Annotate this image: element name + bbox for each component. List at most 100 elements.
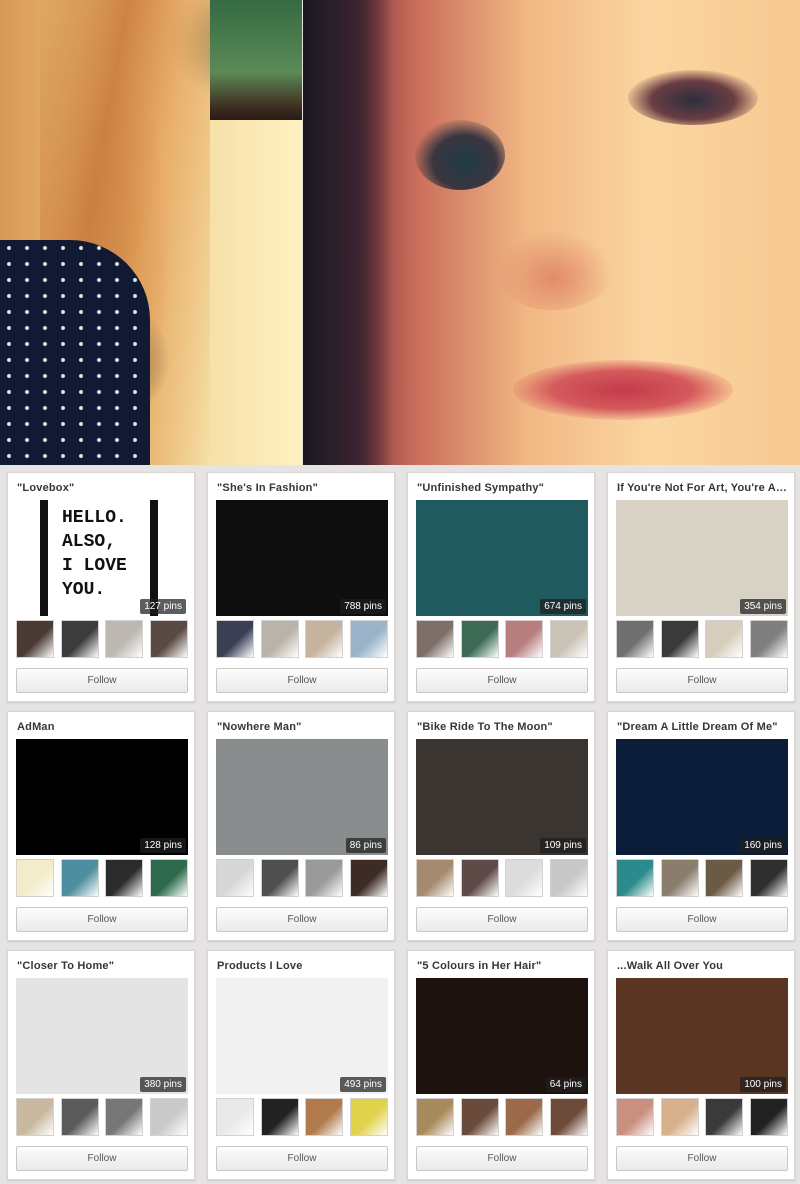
board-title[interactable]: ...Walk All Over You bbox=[617, 960, 789, 972]
board-title[interactable]: "5 Colours in Her Hair" bbox=[417, 960, 589, 972]
pin-thumbnail[interactable] bbox=[549, 859, 588, 897]
pin-count-badge: 128 pins bbox=[140, 838, 186, 853]
board-cover-image[interactable]: 86 pins bbox=[216, 739, 388, 855]
board-card[interactable]: If You're Not For Art, You're Against It… bbox=[607, 472, 795, 702]
board-cover-image[interactable]: 493 pins bbox=[216, 978, 388, 1094]
follow-button[interactable]: Follow bbox=[216, 668, 388, 693]
board-title[interactable]: "Bike Ride To The Moon" bbox=[417, 721, 589, 733]
follow-button[interactable]: Follow bbox=[416, 907, 588, 932]
board-cover-image[interactable]: 674 pins bbox=[416, 500, 588, 616]
pin-thumbnail[interactable] bbox=[749, 620, 788, 658]
pin-thumbnail[interactable] bbox=[616, 1098, 654, 1136]
board-cover-image[interactable]: 109 pins bbox=[416, 739, 588, 855]
pin-thumbnail[interactable] bbox=[705, 1098, 743, 1136]
pin-thumbnail[interactable] bbox=[616, 620, 654, 658]
board-cover-image[interactable]: 64 pins bbox=[416, 978, 588, 1094]
board-cover-image[interactable]: 160 pins bbox=[616, 739, 788, 855]
pin-thumbnail[interactable] bbox=[60, 620, 99, 658]
pin-thumbnail[interactable] bbox=[105, 859, 143, 897]
pin-thumbnail[interactable] bbox=[549, 1098, 588, 1136]
follow-button[interactable]: Follow bbox=[216, 907, 388, 932]
board-title[interactable]: "Nowhere Man" bbox=[217, 721, 389, 733]
board-card[interactable]: AdMan 128 pins Follow bbox=[7, 711, 195, 941]
follow-button[interactable]: Follow bbox=[416, 1146, 588, 1171]
pin-thumbnail[interactable] bbox=[749, 1098, 788, 1136]
board-card[interactable]: ...Walk All Over You 100 pins Follow bbox=[607, 950, 795, 1180]
board-title[interactable]: AdMan bbox=[17, 721, 189, 733]
follow-button[interactable]: Follow bbox=[416, 668, 588, 693]
pin-thumbnail[interactable] bbox=[416, 1098, 454, 1136]
board-card[interactable]: "Lovebox" HELLO. ALSO, I LOVE YOU. 127 pins Fo… bbox=[7, 472, 195, 702]
pin-thumbnail[interactable] bbox=[349, 1098, 388, 1136]
pin-thumbnail[interactable] bbox=[60, 1098, 99, 1136]
pin-thumbnail[interactable] bbox=[260, 620, 299, 658]
pin-thumbnail[interactable] bbox=[305, 859, 343, 897]
board-card[interactable]: "Nowhere Man" 86 pins Follow bbox=[207, 711, 395, 941]
pin-thumbnail[interactable] bbox=[460, 620, 499, 658]
follow-button[interactable]: Follow bbox=[16, 668, 188, 693]
pin-thumbnail[interactable] bbox=[149, 1098, 188, 1136]
follow-button[interactable]: Follow bbox=[216, 1146, 388, 1171]
pin-thumbnail[interactable] bbox=[216, 859, 254, 897]
pin-thumbnail[interactable] bbox=[660, 859, 699, 897]
board-title[interactable]: If You're Not For Art, You're Against It bbox=[617, 482, 789, 494]
pin-thumbnail[interactable] bbox=[260, 1098, 299, 1136]
board-card[interactable]: "Dream A Little Dream Of Me" 160 pins Foll… bbox=[607, 711, 795, 941]
board-title[interactable]: "Dream A Little Dream Of Me" bbox=[617, 721, 789, 733]
pin-thumbnail[interactable] bbox=[416, 859, 454, 897]
pin-thumbnail[interactable] bbox=[149, 859, 188, 897]
pin-count-badge: 380 pins bbox=[140, 1077, 186, 1092]
pin-thumbnail[interactable] bbox=[105, 1098, 143, 1136]
follow-button[interactable]: Follow bbox=[616, 1146, 788, 1171]
pin-thumbnail[interactable] bbox=[505, 859, 543, 897]
pin-thumbnail[interactable] bbox=[16, 859, 54, 897]
pin-thumbnail[interactable] bbox=[105, 620, 143, 658]
board-card[interactable]: Products I Love 493 pins Follow bbox=[207, 950, 395, 1180]
board-cover-image[interactable]: 354 pins bbox=[616, 500, 788, 616]
board-cover-image[interactable]: 788 pins bbox=[216, 500, 388, 616]
pin-thumbnail[interactable] bbox=[705, 620, 743, 658]
pin-thumbnail[interactable] bbox=[216, 620, 254, 658]
board-card[interactable]: "5 Colours in Her Hair" 64 pins Follow bbox=[407, 950, 595, 1180]
board-cover-image[interactable]: 128 pins bbox=[16, 739, 188, 855]
board-cover-image[interactable]: 100 pins bbox=[616, 978, 788, 1094]
pin-thumbnail[interactable] bbox=[460, 1098, 499, 1136]
board-title[interactable]: "Lovebox" bbox=[17, 482, 189, 494]
pin-thumbnail[interactable] bbox=[749, 859, 788, 897]
board-title[interactable]: "She's In Fashion" bbox=[217, 482, 389, 494]
board-title[interactable]: "Closer To Home" bbox=[17, 960, 189, 972]
board-card[interactable]: "Unfinished Sympathy" 674 pins Follow bbox=[407, 472, 595, 702]
pin-thumbnail[interactable] bbox=[16, 1098, 54, 1136]
board-card[interactable]: "Bike Ride To The Moon" 109 pins Follow bbox=[407, 711, 595, 941]
pin-thumbnail[interactable] bbox=[660, 1098, 699, 1136]
board-card[interactable]: "Closer To Home" 380 pins Follow bbox=[7, 950, 195, 1180]
pin-thumbnail[interactable] bbox=[305, 1098, 343, 1136]
pin-thumbnail[interactable] bbox=[60, 859, 99, 897]
pin-thumbnail[interactable] bbox=[416, 620, 454, 658]
pin-thumbnail[interactable] bbox=[260, 859, 299, 897]
pin-thumbnail[interactable] bbox=[349, 859, 388, 897]
board-card[interactable]: "She's In Fashion" 788 pins Follow bbox=[207, 472, 395, 702]
pin-thumbnail[interactable] bbox=[660, 620, 699, 658]
pin-thumbnail[interactable] bbox=[305, 620, 343, 658]
pin-thumbnail[interactable] bbox=[349, 620, 388, 658]
board-title[interactable]: Products I Love bbox=[217, 960, 389, 972]
follow-button[interactable]: Follow bbox=[16, 1146, 188, 1171]
pin-thumbnail[interactable] bbox=[505, 620, 543, 658]
pin-thumbnail[interactable] bbox=[505, 1098, 543, 1136]
pin-thumbnail[interactable] bbox=[216, 1098, 254, 1136]
pin-thumbnail[interactable] bbox=[460, 859, 499, 897]
board-thumbnails bbox=[616, 859, 788, 899]
board-cover-image[interactable]: HELLO. ALSO, I LOVE YOU. 127 pins bbox=[16, 500, 188, 616]
pin-thumbnail[interactable] bbox=[16, 620, 54, 658]
follow-button[interactable]: Follow bbox=[616, 907, 788, 932]
pin-thumbnail[interactable] bbox=[705, 859, 743, 897]
board-cover-image[interactable]: 380 pins bbox=[16, 978, 188, 1094]
follow-button[interactable]: Follow bbox=[616, 668, 788, 693]
cover-photo bbox=[0, 0, 800, 465]
board-title[interactable]: "Unfinished Sympathy" bbox=[417, 482, 589, 494]
pin-thumbnail[interactable] bbox=[616, 859, 654, 897]
pin-thumbnail[interactable] bbox=[549, 620, 588, 658]
pin-thumbnail[interactable] bbox=[149, 620, 188, 658]
follow-button[interactable]: Follow bbox=[16, 907, 188, 932]
